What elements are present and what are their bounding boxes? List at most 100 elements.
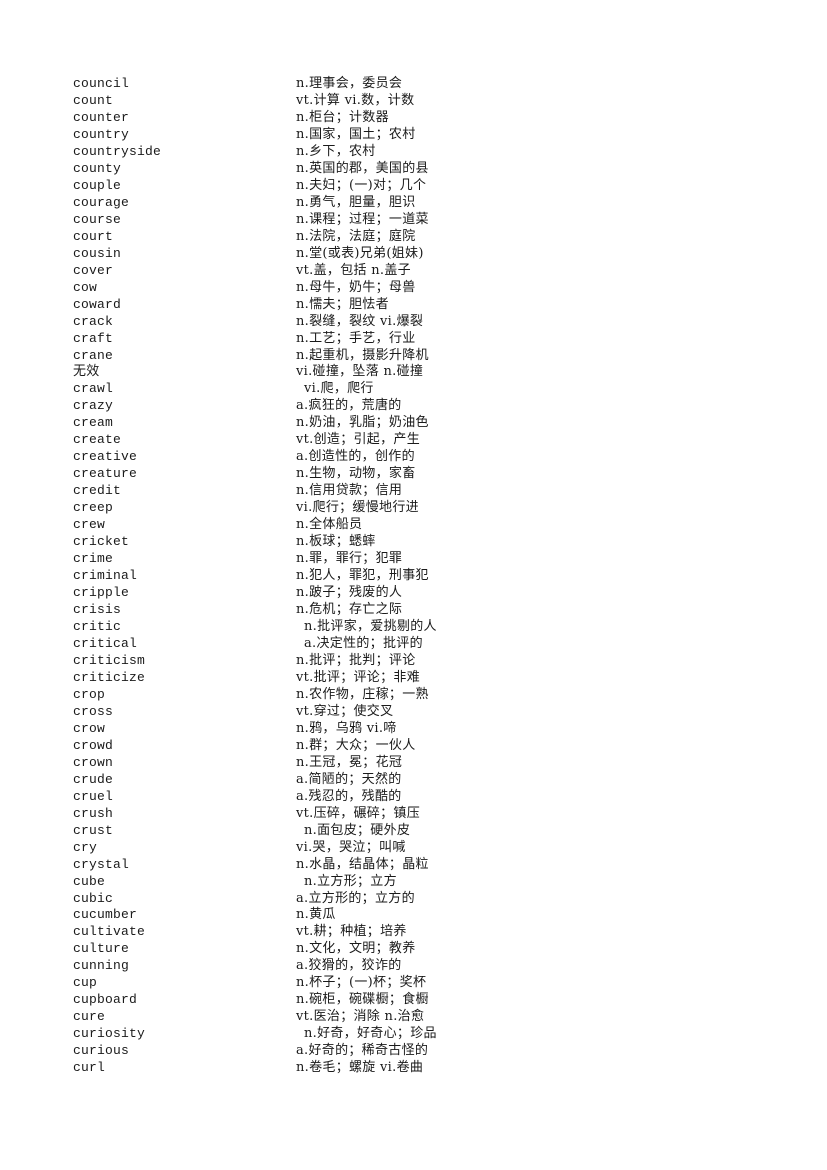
vocabulary-definition: n.卷毛；螺旋 vi.卷曲 xyxy=(296,1060,424,1076)
vocabulary-definition: n.乡下，农村 xyxy=(296,143,376,159)
vocabulary-word: cube xyxy=(73,873,106,889)
vocabulary-definition: vt.耕；种植；培养 xyxy=(296,924,407,940)
vocabulary-row: count vt.计算 vi.数，计数 xyxy=(0,93,827,110)
vocabulary-word: crude xyxy=(73,771,114,787)
vocabulary-definition: n.起重机，摄影升降机 xyxy=(296,347,429,363)
vocabulary-definition: vt.计算 vi.数，计数 xyxy=(296,92,415,108)
vocabulary-row: cousin n.堂(或表)兄弟(姐妹) xyxy=(0,246,827,263)
vocabulary-row: crime n.罪，罪行；犯罪 xyxy=(0,551,827,568)
vocabulary-row: crew n.全体船员 xyxy=(0,517,827,534)
vocabulary-definition: n.立方形；立方 xyxy=(304,873,397,889)
vocabulary-row: crown n.王冠，冕；花冠 xyxy=(0,755,827,772)
vocabulary-word: culture xyxy=(73,941,130,957)
vocabulary-word: council xyxy=(73,76,130,91)
vocabulary-word: couple xyxy=(73,177,122,193)
vocabulary-row: crazy a.疯狂的，荒唐的 xyxy=(0,398,827,415)
vocabulary-word: 无效 xyxy=(73,364,100,380)
vocabulary-word: curious xyxy=(73,1043,130,1059)
vocabulary-word: court xyxy=(73,228,114,244)
vocabulary-word: course xyxy=(73,211,122,227)
vocabulary-definition: n.奶油，乳脂；奶油色 xyxy=(296,415,429,431)
vocabulary-definition: n.堂(或表)兄弟(姐妹) xyxy=(296,245,424,261)
vocabulary-row: creative a.创造性的，创作的 xyxy=(0,449,827,466)
vocabulary-word: critical xyxy=(73,635,138,651)
vocabulary-word: cross xyxy=(73,703,114,719)
vocabulary-definition: a.疯狂的，荒唐的 xyxy=(296,398,402,414)
vocabulary-definition: n.犯人，罪犯，刑事犯 xyxy=(296,568,429,584)
vocabulary-row: crowd n.群；大众；一伙人 xyxy=(0,738,827,755)
vocabulary-word: craft xyxy=(73,330,114,346)
vocabulary-word: coward xyxy=(73,296,122,312)
vocabulary-word: creature xyxy=(73,466,138,482)
vocabulary-row: course n.课程；过程；一道菜 xyxy=(0,212,827,229)
vocabulary-row: critic n.批评家，爱挑剔的人 xyxy=(0,619,827,636)
vocabulary-definition: n.全体船员 xyxy=(296,517,363,533)
vocabulary-definition: n.好奇，好奇心；珍品 xyxy=(304,1026,437,1042)
vocabulary-row: cover vt.盖，包括 n.盖子 xyxy=(0,263,827,280)
vocabulary-definition: n.批评家，爱挑剔的人 xyxy=(304,619,437,634)
vocabulary-row: crop n.农作物，庄稼；一熟 xyxy=(0,687,827,704)
vocabulary-word: crazy xyxy=(73,398,114,414)
vocabulary-word: crew xyxy=(73,517,106,533)
vocabulary-row: coward n.懦夫；胆怯者 xyxy=(0,297,827,314)
vocabulary-word: counter xyxy=(73,109,130,125)
vocabulary-row: cubic a.立方形的；立方的 xyxy=(0,891,827,908)
vocabulary-definition: n.夫妇；(一)对；几个 xyxy=(296,177,427,193)
vocabulary-row: cupboard n.碗柜，碗碟橱；食橱 xyxy=(0,992,827,1009)
vocabulary-row: countryside n.乡下，农村 xyxy=(0,144,827,161)
vocabulary-row: cunning a.狡猾的，狡诈的 xyxy=(0,958,827,975)
vocabulary-row: creep vi.爬行；缓慢地行进 xyxy=(0,500,827,517)
vocabulary-row: country n.国家，国土；农村 xyxy=(0,127,827,144)
vocabulary-word: count xyxy=(73,92,114,108)
vocabulary-row: cricket n.板球；蟋蟀 xyxy=(0,534,827,551)
vocabulary-word: cubic xyxy=(73,890,114,906)
vocabulary-word: cup xyxy=(73,975,98,991)
vocabulary-definition: n.柜台；计数器 xyxy=(296,109,389,125)
vocabulary-definition: n.水晶，结晶体；晶粒 xyxy=(296,856,429,872)
vocabulary-definition: n.鸦，乌鸦 vi.啼 xyxy=(296,720,397,736)
vocabulary-row: curiosity n.好奇，好奇心；珍品 xyxy=(0,1026,827,1043)
vocabulary-row: crisis n.危机；存亡之际 xyxy=(0,602,827,619)
vocabulary-word: cultivate xyxy=(73,924,146,940)
vocabulary-word: curl xyxy=(73,1060,106,1076)
vocabulary-row: counter n.柜台；计数器 xyxy=(0,110,827,127)
vocabulary-row: court n.法院，法庭；庭院 xyxy=(0,229,827,246)
vocabulary-definition: a.残忍的，残酷的 xyxy=(296,788,402,804)
vocabulary-word: critic xyxy=(73,619,122,634)
vocabulary-word: cry xyxy=(73,839,98,855)
vocabulary-row: cube n.立方形；立方 xyxy=(0,874,827,891)
vocabulary-definition: n.懦夫；胆怯者 xyxy=(296,296,389,312)
vocabulary-row: credit n.信用贷款；信用 xyxy=(0,483,827,500)
vocabulary-row: culture n.文化，文明；教养 xyxy=(0,941,827,958)
vocabulary-word: cupboard xyxy=(73,992,138,1008)
vocabulary-word: crow xyxy=(73,720,106,736)
vocabulary-row: criticism n.批评；批判；评论 xyxy=(0,653,827,670)
vocabulary-definition: a.决定性的；批评的 xyxy=(304,635,423,651)
vocabulary-word: cricket xyxy=(73,534,130,550)
vocabulary-definition: n.罪，罪行；犯罪 xyxy=(296,551,403,567)
vocabulary-definition: vi.碰撞，坠落 n.碰撞 xyxy=(296,364,424,380)
vocabulary-row: crust n.面包皮；硬外皮 xyxy=(0,823,827,840)
vocabulary-row: council n.理事会，委员会 xyxy=(0,76,827,93)
vocabulary-definition: n.母牛，奶牛；母兽 xyxy=(296,279,416,295)
vocabulary-row: crush vt.压碎，碾碎；镇压 xyxy=(0,806,827,823)
vocabulary-definition: n.面包皮；硬外皮 xyxy=(304,822,411,838)
vocabulary-word: crop xyxy=(73,686,106,702)
vocabulary-word: criticism xyxy=(73,652,146,668)
vocabulary-word: crisis xyxy=(73,602,122,618)
vocabulary-word: crack xyxy=(73,313,114,329)
vocabulary-row: create vt.创造；引起，产生 xyxy=(0,432,827,449)
vocabulary-definition: n.板球；蟋蟀 xyxy=(296,534,376,550)
vocabulary-word: creep xyxy=(73,500,114,516)
vocabulary-word: crystal xyxy=(73,856,130,872)
vocabulary-definition: a.简陋的；天然的 xyxy=(296,771,402,787)
vocabulary-definition: a.创造性的，创作的 xyxy=(296,449,415,465)
vocabulary-row: curious a.好奇的；稀奇古怪的 xyxy=(0,1043,827,1060)
vocabulary-word: curiosity xyxy=(73,1026,146,1042)
vocabulary-definition: n.农作物，庄稼；一熟 xyxy=(296,686,429,702)
vocabulary-word: crawl xyxy=(73,381,114,397)
vocabulary-word: creative xyxy=(73,449,138,465)
vocabulary-word: credit xyxy=(73,483,122,499)
vocabulary-word: courage xyxy=(73,194,130,210)
vocabulary-word: cunning xyxy=(73,958,130,974)
